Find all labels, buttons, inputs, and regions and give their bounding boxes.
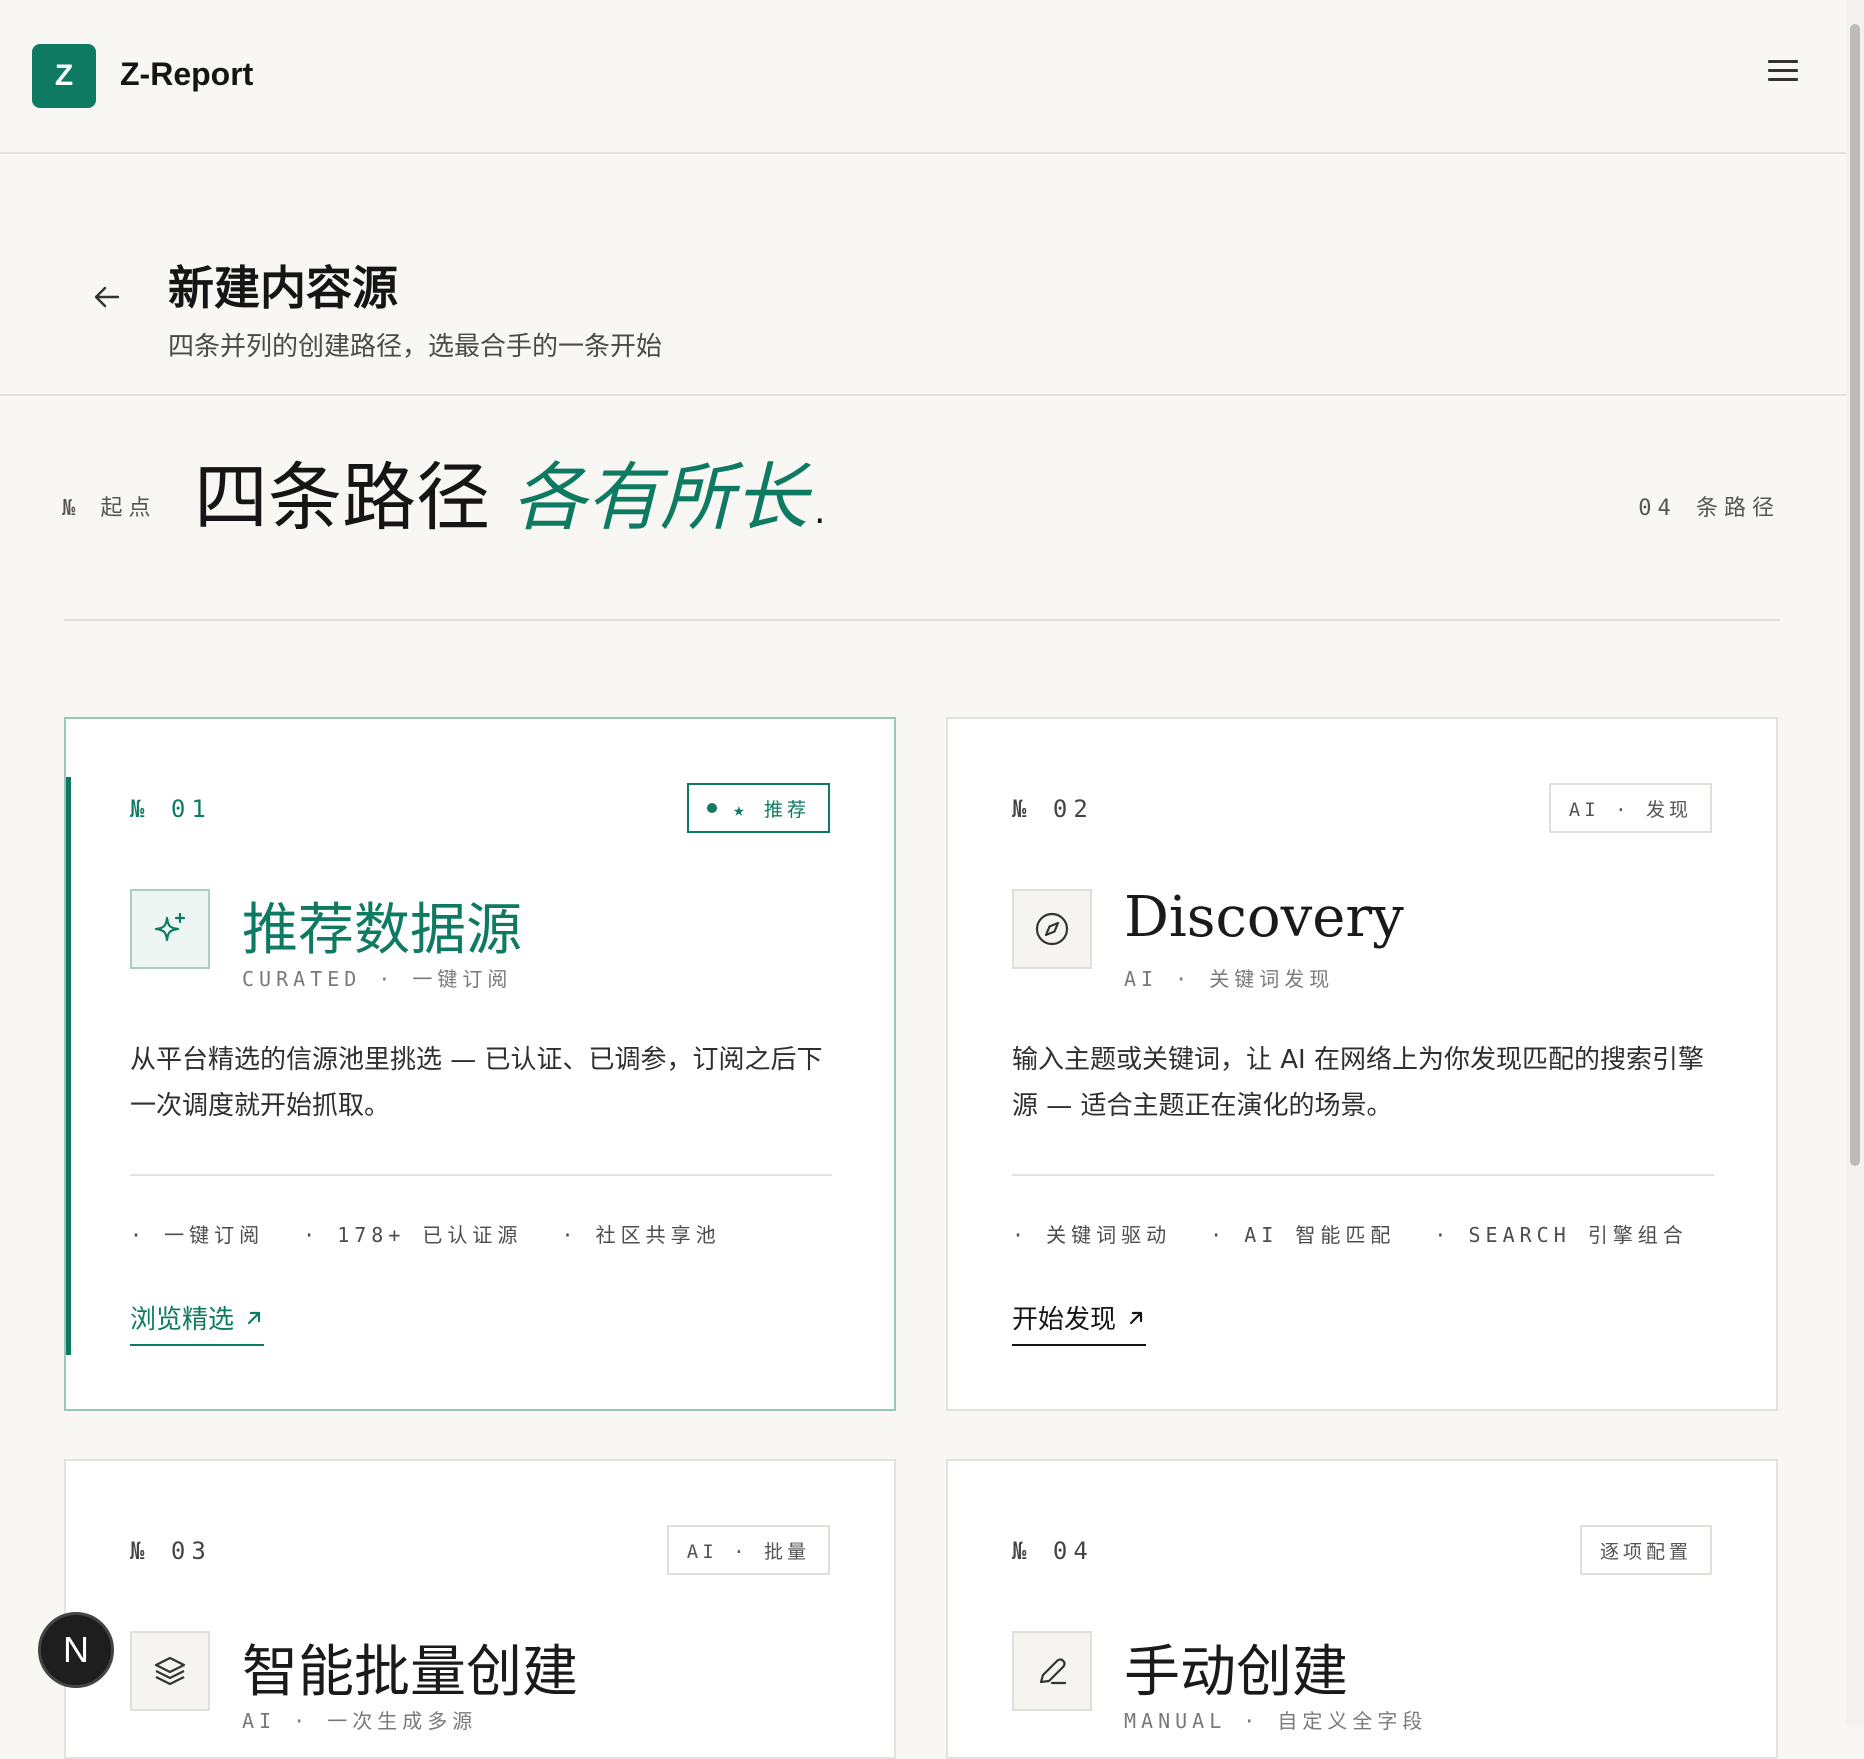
card-title: 推荐数据源 [242, 898, 522, 963]
badge-label: AI · 发现 [1568, 798, 1692, 821]
hero-title-main: 四条路径 [194, 455, 490, 541]
card-description: 从平台精选的信源池里挑选 — 已认证、已调参，订阅之后下一次调度就开始抓取。 [130, 1045, 823, 1121]
card-divider [130, 1174, 832, 1176]
card-features: · 一键订阅 · 178+ 已认证源 · 社区共享池 [130, 1219, 743, 1248]
feature-item: · 社区共享池 [561, 1223, 721, 1247]
sparkle-icon [130, 889, 210, 969]
layers-icon [130, 1631, 210, 1711]
pencil-icon [1012, 1631, 1092, 1711]
browse-curated-link[interactable]: 浏览精选 [130, 1299, 265, 1346]
badge-label: AI · 批量 [686, 1540, 810, 1563]
ai-discovery-badge: AI · 发现 [1548, 783, 1712, 833]
cta-label: 开始发现 [1012, 1305, 1117, 1335]
card-subtitle: AI · 关键词发现 [1124, 967, 1335, 991]
scrollbar-track[interactable] [1846, 0, 1864, 1726]
card-subtitle: AI · 一次生成多源 [242, 1709, 478, 1733]
scrollbar-thumb[interactable] [1850, 24, 1860, 1166]
card-batch-create[interactable]: № 03 AI · 批量 智能批量创建 AI · 一次生成多源 [64, 1459, 896, 1759]
feature-item: · SEARCH 引擎组合 [1434, 1223, 1688, 1247]
app-name: Z-Report [120, 56, 254, 92]
compass-icon [1012, 889, 1092, 969]
ai-batch-badge: AI · 批量 [666, 1525, 830, 1575]
card-title: Discovery [1124, 885, 1404, 950]
top-bar: Z Z-Report [0, 0, 1846, 154]
card-curated[interactable]: № 01 ★ 推荐 推荐数据源 CURATED · 一键订阅 从平台精选的信源池… [64, 717, 896, 1411]
card-number: № 04 [1012, 1537, 1094, 1565]
cta-label: 浏览精选 [130, 1305, 235, 1335]
header-divider [0, 394, 1846, 396]
badge-dot-icon [707, 803, 718, 813]
card-number: № 03 [130, 1537, 212, 1565]
section-label: № 起点 [62, 496, 157, 521]
path-count-label: 04 条路径 [1638, 496, 1780, 521]
card-features: · 关键词驱动 · AI 智能匹配 · SEARCH 引擎组合 [1012, 1219, 1710, 1248]
card-subtitle: MANUAL · 自定义全字段 [1124, 1709, 1428, 1733]
card-manual-create[interactable]: № 04 逐项配置 手动创建 MANUAL · 自定义全字段 [946, 1459, 1778, 1759]
back-arrow-icon[interactable] [92, 282, 122, 312]
card-description: 输入主题或关键词，让 AI 在网络上为你发现匹配的搜索引擎源 — 适合主题正在演… [1012, 1045, 1704, 1121]
page-subtitle: 四条并列的创建路径，选最合手的一条开始 [168, 332, 663, 362]
hero-divider [64, 619, 1780, 621]
card-discovery[interactable]: № 02 AI · 发现 Discovery AI · 关键词发现 输入主题或关… [946, 717, 1778, 1411]
start-discovery-link[interactable]: 开始发现 [1012, 1299, 1147, 1346]
card-number: № 01 [130, 795, 212, 823]
feature-item: · 178+ 已认证源 [303, 1223, 523, 1247]
app-logo[interactable]: Z [32, 44, 96, 108]
card-number: № 02 [1012, 795, 1094, 823]
badge-label: ★ 推荐 [733, 798, 810, 821]
feature-item: · 一键订阅 [130, 1223, 265, 1247]
card-title: 智能批量创建 [242, 1640, 578, 1705]
page-title: 新建内容源 [168, 261, 398, 315]
arrow-up-right-icon [1129, 1311, 1143, 1324]
per-item-config-badge: 逐项配置 [1579, 1525, 1712, 1575]
feature-item: · AI 智能匹配 [1210, 1223, 1396, 1247]
card-divider [1012, 1174, 1714, 1176]
hero-title-end: . [808, 455, 832, 541]
card-subtitle: CURATED · 一键订阅 [242, 967, 513, 991]
hamburger-menu-icon[interactable] [1768, 60, 1798, 84]
badge-label: 逐项配置 [1599, 1540, 1692, 1563]
hero-title: 四条路径 各有所长. [194, 438, 832, 545]
hero-title-accent: 各有所长 [512, 455, 808, 541]
arrow-up-right-icon [247, 1311, 261, 1324]
card-title: 手动创建 [1124, 1640, 1348, 1705]
recommended-badge: ★ 推荐 [687, 783, 830, 833]
next-dev-tools-button[interactable]: N [38, 1612, 114, 1688]
feature-item: · 关键词驱动 [1012, 1223, 1172, 1247]
